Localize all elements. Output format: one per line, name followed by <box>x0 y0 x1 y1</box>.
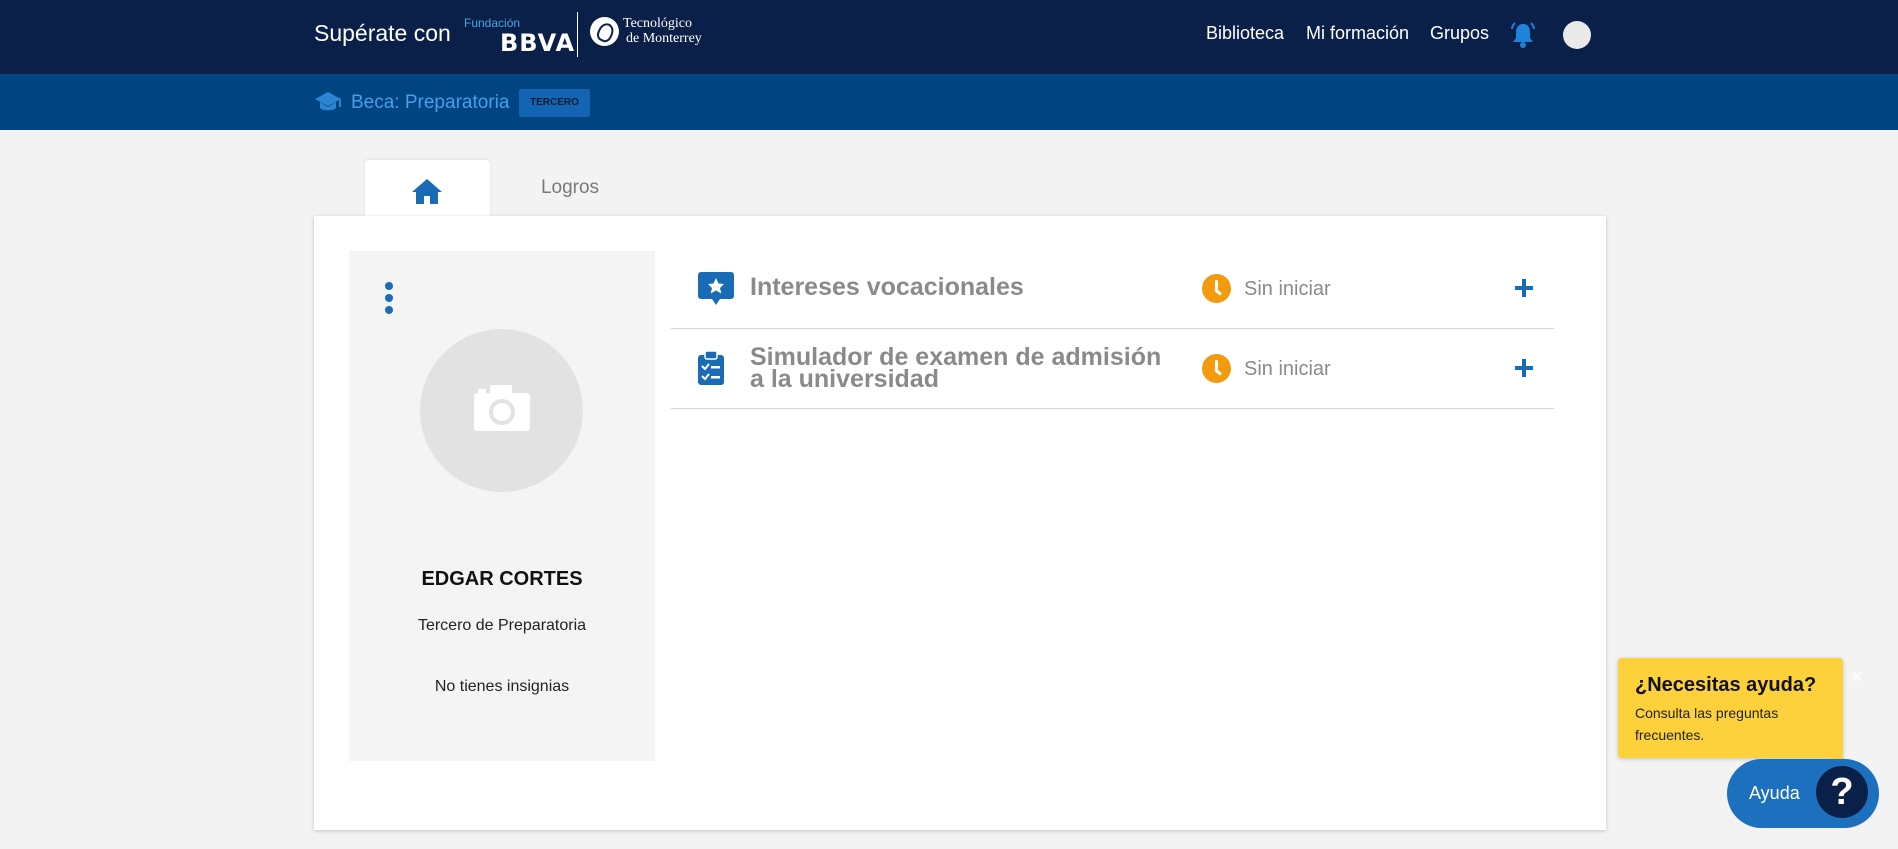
scholarship-title: Beca: Preparatoria <box>351 92 510 113</box>
activity-title-line2: a la universidad <box>750 365 939 393</box>
kebab-menu-icon[interactable] <box>379 281 399 317</box>
star-chat-icon <box>698 272 734 305</box>
close-icon[interactable]: × <box>1846 666 1868 688</box>
avatar[interactable] <box>1563 21 1591 49</box>
bbva-logo-fundacion: Fundación <box>464 16 521 30</box>
clock-icon <box>1202 274 1231 303</box>
activity-status: Sin iniciar <box>1244 358 1331 380</box>
tec-seal-icon <box>590 16 619 46</box>
camera-icon <box>474 385 530 431</box>
home-icon <box>412 179 442 204</box>
tab-home[interactable] <box>365 160 490 218</box>
activity-row[interactable]: Simulador de examen de admisión a la uni… <box>671 329 1554 409</box>
tec-logo-line1: Tecnológico <box>623 16 692 31</box>
graduation-cap-icon <box>315 92 341 111</box>
activity-title[interactable]: Simulador de examen de admisión a la uni… <box>750 345 1161 393</box>
activity-row[interactable]: Intereses vocacionales Sin iniciar <box>671 249 1554 329</box>
nav-grupos[interactable]: Grupos <box>1430 23 1489 44</box>
profile-grade: Tercero de Preparatoria <box>417 617 587 634</box>
help-text: Consulta las preguntas frecuentes. <box>1635 705 1779 743</box>
tec-logo[interactable]: Tecnológico de Monterrey <box>590 16 702 46</box>
grade-badge: TERCERO <box>519 89 590 117</box>
profile-photo[interactable] <box>420 329 583 492</box>
tab-logros[interactable]: Logros <box>490 160 650 218</box>
tec-logo-line2: de Monterrey <box>626 31 702 46</box>
logo-divider <box>577 12 578 57</box>
help-button-label[interactable]: Ayuda <box>1749 783 1800 804</box>
expand-plus-icon[interactable] <box>1509 273 1539 303</box>
question-icon[interactable]: ? <box>1816 766 1868 818</box>
brand-text: Supérate con <box>314 20 451 46</box>
nav-biblioteca[interactable]: Biblioteca <box>1206 23 1284 44</box>
bell-icon[interactable] <box>1508 20 1538 50</box>
profile-badges: No tienes insignias <box>434 678 570 695</box>
nav-mi-formacion[interactable]: Mi formación <box>1306 23 1409 44</box>
help-title: ¿Necesitas ayuda? <box>1635 674 1817 696</box>
clock-icon <box>1202 354 1231 383</box>
expand-plus-icon[interactable] <box>1509 353 1539 383</box>
scholarship-bar <box>0 74 1898 130</box>
profile-name: EDGAR CORTES <box>421 568 583 590</box>
activity-status: Sin iniciar <box>1244 278 1331 300</box>
bbva-logo-name: BBVA <box>500 29 576 57</box>
activity-title[interactable]: Intereses vocacionales <box>750 275 1024 300</box>
clipboard-checklist-icon <box>698 350 724 385</box>
top-navbar <box>0 0 1898 74</box>
